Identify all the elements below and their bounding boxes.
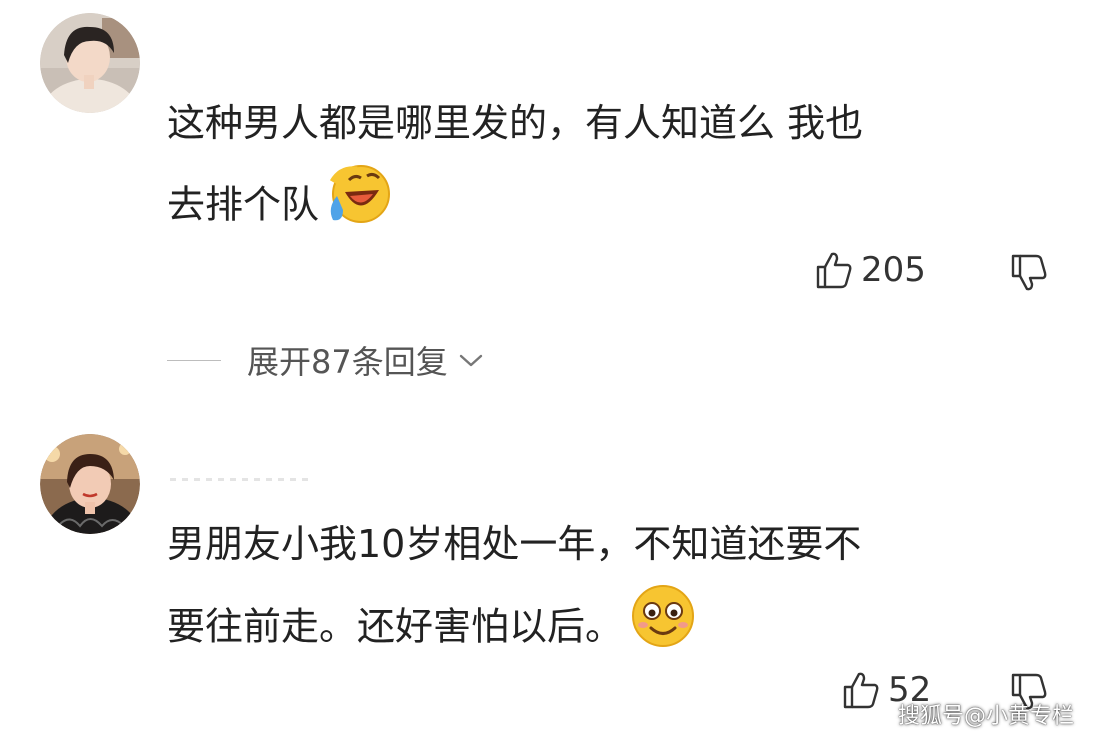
comment-2-line-2: 要往前走。还好害怕以后。 (167, 604, 624, 649)
laugh-cry-emoji-icon (323, 162, 393, 252)
comment-1-like-count: 205 (861, 250, 926, 290)
user-avatar-icon (40, 434, 140, 534)
comment-1-like-button[interactable]: 205 (815, 250, 926, 290)
comment-2-avatar[interactable] (40, 434, 140, 534)
divider (167, 359, 221, 361)
comment-2-line-1: 男朋友小我10岁相处一年，不知道还要不 (167, 522, 862, 566)
thumbs-up-icon (816, 252, 852, 289)
comment-2-username-placeholder (170, 478, 310, 481)
comment-2-text: 男朋友小我10岁相处一年，不知道还要不 要往前走。还好害怕以后。 (167, 505, 861, 675)
chevron-down-icon (459, 354, 482, 367)
comment-1-avatar[interactable] (40, 13, 140, 113)
user-avatar-icon (40, 13, 140, 113)
smile-emoji-icon (627, 583, 697, 675)
comment-1-dislike-button[interactable] (1010, 253, 1048, 293)
expand-replies-label: 展开87条回复 (247, 343, 448, 381)
comment-1-text: 这种男人都是哪里发的，有人知道么 我也 去排个队 (167, 84, 863, 252)
thumbs-up-icon (843, 672, 879, 709)
comment-1-line-2: 去排个队 (167, 182, 320, 227)
comment-1-line-1: 这种男人都是哪里发的，有人知道么 我也 (167, 101, 864, 145)
watermark: 搜狐号@小黄专栏 (897, 704, 1074, 729)
expand-replies-button[interactable]: 展开87条回复 (167, 335, 486, 385)
thumbs-down-icon (1011, 254, 1047, 291)
